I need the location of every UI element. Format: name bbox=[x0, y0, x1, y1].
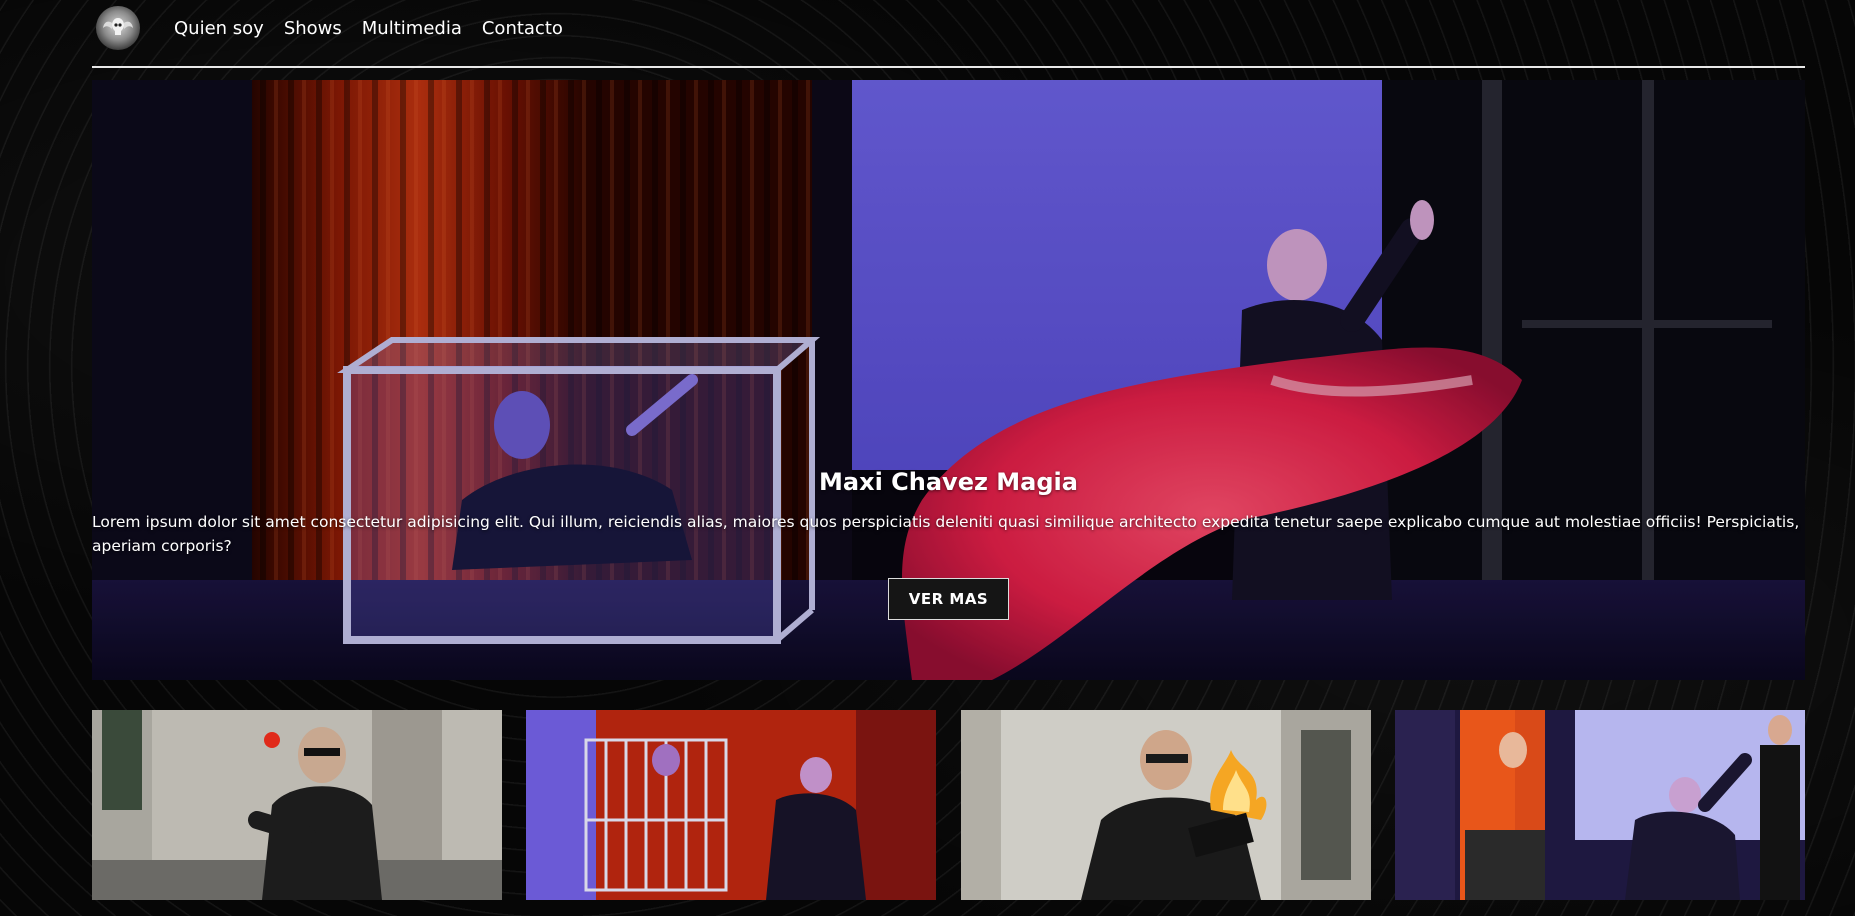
nav-link-multimedia[interactable]: Multimedia bbox=[362, 18, 462, 39]
gallery-thumbnail-juggling[interactable] bbox=[92, 710, 502, 900]
nav-link-contacto[interactable]: Contacto bbox=[482, 18, 563, 39]
hero-carousel: Maxi Chavez Magia Lorem ipsum dolor sit … bbox=[92, 80, 1805, 680]
nav-link-shows[interactable]: Shows bbox=[284, 18, 342, 39]
gallery-thumbnail-fire-book[interactable] bbox=[960, 710, 1371, 900]
gallery-thumbnail-cage[interactable] bbox=[526, 710, 937, 900]
thumbnail-image-juggling bbox=[92, 710, 502, 900]
hero-description: Lorem ipsum dolor sit amet consectetur a… bbox=[92, 513, 1800, 555]
logo-graphic bbox=[103, 18, 133, 35]
hero-caption: Maxi Chavez Magia Lorem ipsum dolor sit … bbox=[92, 468, 1805, 620]
gallery-thumbnail-cabinet[interactable] bbox=[1394, 710, 1805, 900]
ver-mas-button[interactable]: VER MAS bbox=[887, 578, 1010, 620]
thumbnail-image-cage bbox=[526, 710, 937, 900]
winged-skull-logo-icon[interactable] bbox=[96, 6, 140, 50]
navbar: Quien soy Shows Multimedia Contacto bbox=[92, 0, 1805, 68]
nav-link-quien-soy[interactable]: Quien soy bbox=[174, 18, 264, 39]
thumbnail-image-fire-book bbox=[960, 710, 1371, 900]
page: Quien soy Shows Multimedia Contacto Maxi… bbox=[0, 0, 1855, 916]
hero-title: Maxi Chavez Magia bbox=[819, 468, 1078, 496]
gallery bbox=[92, 710, 1805, 900]
thumbnail-image-cabinet bbox=[1394, 710, 1805, 900]
